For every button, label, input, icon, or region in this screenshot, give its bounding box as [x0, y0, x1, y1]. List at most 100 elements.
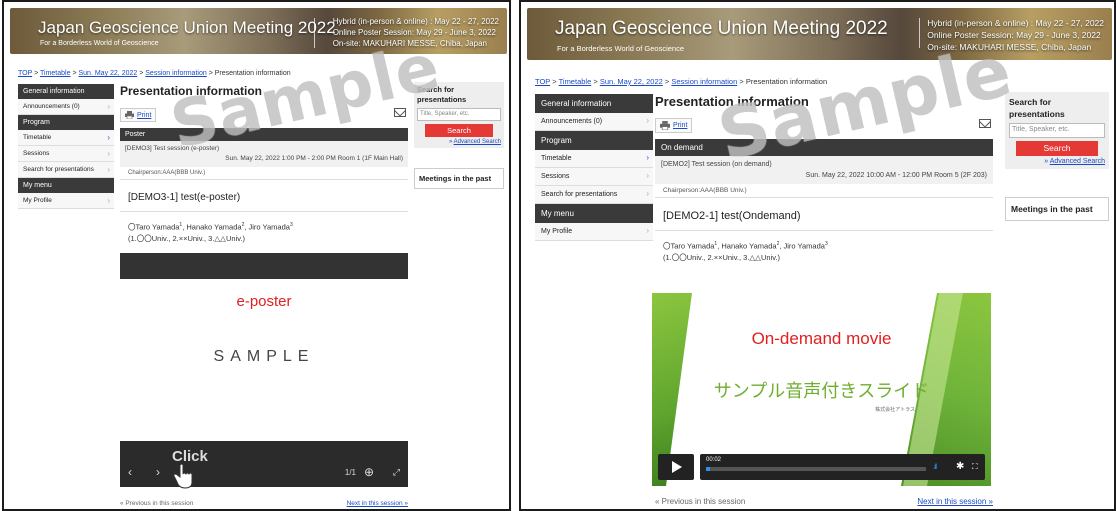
session-navigation: « Previous in this session Next in this …: [655, 497, 993, 506]
breadcrumb-timetable-link[interactable]: Timetable: [559, 77, 592, 86]
previous-in-session-link[interactable]: « Previous in this session: [120, 500, 193, 507]
chevron-right-icon: ›: [646, 226, 649, 235]
sidebar-item-sessions[interactable]: Sessions ›: [535, 168, 653, 186]
sidebar-heading-program: Program: [18, 115, 114, 130]
gear-icon[interactable]: ✱: [956, 461, 964, 472]
chevron-right-icon: ›: [646, 189, 649, 198]
search-heading: Search for presentations: [1009, 97, 1065, 119]
sidebar-item-announcements[interactable]: Announcements (0) ›: [18, 99, 114, 115]
past-meetings-link[interactable]: Meetings in the past: [414, 168, 504, 189]
chevron-right-icon: ›: [646, 171, 649, 180]
breadcrumb-timetable-link[interactable]: Timetable: [40, 70, 70, 77]
author-name: Hanako Yamada: [721, 241, 777, 251]
session-navigation: « Previous in this session Next in this …: [120, 500, 408, 507]
sidebar-item-announcements[interactable]: Announcements (0) ›: [535, 113, 653, 131]
progress-bar[interactable]: 00:02 .ıll ✱ ⛶: [700, 454, 985, 480]
viewer-controls: ‹ › 1/1 ⊕ ⤢ Click: [120, 441, 408, 489]
comparison-screenshot: Japan Geoscience Union Meeting 2022 For …: [0, 0, 1116, 511]
breadcrumb-top-link[interactable]: TOP: [535, 77, 550, 86]
affiliation-number: 3: [824, 241, 828, 247]
video-controls: 00:02 .ıll ✱ ⛶: [658, 454, 985, 480]
viewer-top-bar: [120, 253, 408, 279]
sidebar-item-my-profile[interactable]: My Profile ›: [535, 223, 653, 241]
breadcrumb-separator: >: [739, 77, 744, 86]
on-demand-video-player[interactable]: On-demand movie サンプル音声付きスライド 株式会社アトラス 00…: [652, 293, 991, 486]
search-button[interactable]: Search: [424, 124, 494, 137]
banner-info: Hybrid (in-person & online) : May 22 - 2…: [927, 17, 1104, 53]
previous-in-session-link[interactable]: « Previous in this session: [655, 497, 745, 506]
sidebar-item-label: Announcements (0): [23, 103, 80, 110]
seek-track[interactable]: [706, 467, 926, 471]
mail-icon[interactable]: [394, 108, 406, 117]
video-time: 00:02: [706, 457, 722, 463]
main-content: Presentation information Print On demand…: [655, 94, 993, 264]
author-list: 〇Taro Yamada1, Hanako Yamada2, Jiro Yama…: [120, 212, 408, 233]
next-page-button[interactable]: ›: [156, 465, 160, 479]
banner-info-line: On-site: MAKUHARI MESSE, Chiba, Japan: [927, 42, 1092, 52]
session-name[interactable]: [DEMO2] Test session (on demand): [661, 159, 987, 170]
search-input[interactable]: Title, Speaker, etc.: [1009, 123, 1105, 138]
breadcrumb-date-link[interactable]: Sun. May 22, 2022: [600, 77, 663, 86]
sidebar-item-search[interactable]: Search for presentations ›: [535, 186, 653, 204]
banner-info: Hybrid (in-person & online) : May 22 - 2…: [333, 16, 499, 49]
search-input[interactable]: Title, Speaker, etc.: [417, 108, 501, 121]
search-panel: Search for presentations Title, Speaker,…: [414, 82, 504, 148]
breadcrumb-date-link[interactable]: Sun. May 22, 2022: [79, 70, 138, 77]
breadcrumb-session-link[interactable]: Session information: [145, 70, 206, 77]
sidebar-item-timetable[interactable]: Timetable ›: [535, 150, 653, 168]
breadcrumb-separator: >: [72, 70, 77, 77]
chevron-right-icon: ›: [107, 165, 110, 174]
next-in-session-link[interactable]: Next in this session »: [917, 497, 993, 506]
meeting-banner[interactable]: Japan Geoscience Union Meeting 2022 For …: [10, 8, 507, 54]
past-meetings-link[interactable]: Meetings in the past: [1005, 197, 1109, 221]
sidebar-item-search[interactable]: Search for presentations ›: [18, 162, 114, 178]
breadcrumb: TOP > Timetable > Sun. May 22, 2022 > Se…: [535, 77, 827, 86]
abstract-title: [DEMO3-1] test(e-poster): [120, 184, 408, 212]
advanced-search-link[interactable]: » Advanced Search: [1009, 158, 1105, 165]
play-icon[interactable]: [658, 454, 694, 480]
e-poster-viewer[interactable]: e-poster SAMPLE ‹ › 1/1 ⊕ ⤢ Click: [120, 253, 408, 489]
breadcrumb-session-link[interactable]: Session information: [671, 77, 737, 86]
session-name[interactable]: [DEMO3] Test session (e-poster): [125, 144, 403, 154]
sidebar-item-my-profile[interactable]: My Profile ›: [18, 193, 114, 209]
search-panel: Search for presentations Title, Speaker,…: [1005, 92, 1109, 169]
chevron-right-icon: ›: [107, 133, 110, 142]
banner-info-line: Online Poster Session: May 29 - June 3, …: [332, 28, 496, 37]
banner-title: Japan Geoscience Union Meeting 2022: [555, 18, 888, 39]
sidebar-item-label: Sessions: [23, 150, 50, 157]
zoom-in-icon[interactable]: ⊕: [364, 465, 374, 479]
chevron-right-icon: ›: [646, 116, 649, 125]
video-company: 株式会社アトラス: [875, 407, 915, 413]
banner-tagline: For a Borderless World of Geoscience: [40, 40, 159, 47]
volume-icon[interactable]: .ıll: [933, 464, 937, 471]
page-title: Presentation information: [655, 94, 809, 109]
sidebar-item-label: Search for presentations: [541, 191, 618, 198]
search-button[interactable]: Search: [1015, 141, 1099, 156]
session-datetime: Sun. May 22, 2022 1:00 PM - 2:00 PM Room…: [225, 155, 403, 162]
expand-icon[interactable]: ⛶: [972, 462, 978, 472]
meeting-banner[interactable]: Japan Geoscience Union Meeting 2022 For …: [527, 8, 1112, 60]
author-name: Jiro Yamada: [248, 222, 290, 232]
abstract-title: [DEMO2-1] test(Ondemand): [655, 202, 993, 231]
next-in-session-link[interactable]: Next in this session »: [347, 500, 408, 507]
sidebar-item-timetable[interactable]: Timetable ›: [18, 130, 114, 146]
author-name: 〇Taro Yamada: [663, 241, 715, 251]
breadcrumb-top-link[interactable]: TOP: [18, 70, 32, 77]
breadcrumb-separator: >: [593, 77, 598, 86]
print-button[interactable]: Print: [655, 118, 693, 133]
advanced-search-label: Advanced Search: [1049, 158, 1105, 165]
banner-info-line: Hybrid (in-person & online) : May 22 - 2…: [927, 18, 1104, 28]
author-list: 〇Taro Yamada1, Hanako Yamada2, Jiro Yama…: [655, 231, 993, 252]
fullscreen-icon[interactable]: ⤢: [393, 467, 400, 478]
previous-page-button[interactable]: ‹: [128, 465, 132, 479]
sidebar-item-sessions[interactable]: Sessions ›: [18, 146, 114, 162]
print-button[interactable]: Print: [120, 108, 157, 122]
banner-tagline: For a Borderless World of Geoscience: [557, 44, 684, 53]
banner-divider: [314, 18, 315, 48]
author-name: Hanako Yamada: [186, 222, 242, 232]
sidebar-item-label: Search for presentations: [23, 166, 94, 173]
page-title: Presentation information: [120, 84, 263, 98]
breadcrumb-separator: >: [34, 70, 39, 77]
advanced-search-link[interactable]: » Advanced Search: [417, 139, 501, 145]
mail-icon[interactable]: [979, 119, 991, 128]
